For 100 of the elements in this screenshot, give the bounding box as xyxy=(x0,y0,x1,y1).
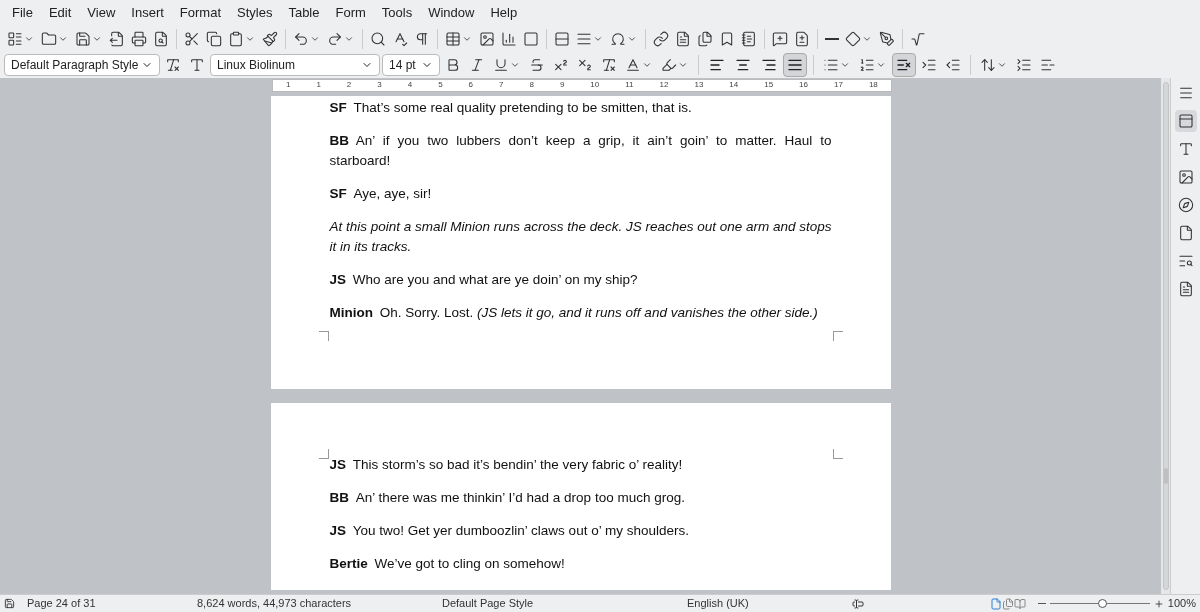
margin-corner-mark xyxy=(832,331,843,341)
bold-icon xyxy=(445,57,461,73)
bullet-list-icon xyxy=(823,57,839,73)
scrollbar-thumb[interactable] xyxy=(1163,468,1168,484)
bookmark-icon xyxy=(719,30,735,47)
ruler[interactable]: 1 1 2 3 4 5 6 7 8 9 10 11 12 13 14 15 16 17 18 xyxy=(272,78,892,92)
margin-corner-mark xyxy=(318,331,329,341)
undo-icon xyxy=(293,30,309,47)
subscript-icon xyxy=(577,57,593,73)
export-pdf-icon xyxy=(109,30,125,47)
insert-mode-icon xyxy=(852,597,864,610)
hyperlink-icon xyxy=(653,30,669,47)
zoom-level[interactable]: 100% xyxy=(1167,595,1196,612)
menu-item[interactable]: Format xyxy=(171,2,229,23)
dropdown-caret-icon[interactable] xyxy=(642,60,652,70)
dropdown-caret-icon[interactable] xyxy=(510,60,520,70)
print-preview-icon xyxy=(153,30,169,47)
new-document-icon xyxy=(7,30,23,47)
menu-item[interactable]: View xyxy=(79,2,124,23)
single-page-view-icon[interactable] xyxy=(989,597,1002,610)
align-icon xyxy=(709,57,725,73)
clear-formatting-icon xyxy=(601,57,617,73)
menu-item[interactable]: Insert xyxy=(123,2,172,23)
endnote-icon xyxy=(697,30,713,47)
page-style: Default Page Style xyxy=(442,596,535,612)
special-character-icon xyxy=(610,30,626,47)
zoom-in-icon[interactable] xyxy=(1153,598,1164,609)
superscript-icon xyxy=(553,57,569,73)
no-list-button[interactable] xyxy=(892,53,916,77)
dialogue-line: JS This storm’s so bad it’s bendin’ the very fabric o’ reality! xyxy=(329,456,684,474)
strikethrough-icon xyxy=(529,57,545,73)
menu-item[interactable]: Styles xyxy=(229,2,281,23)
dialogue-line: Minion Oh. Sorry. Lost. (JS lets it go, and it runs off and vanishes the other side.) xyxy=(329,304,819,322)
paragraph-style-field[interactable]: Default Paragraph Style xyxy=(4,54,160,76)
formula-icon xyxy=(910,30,926,47)
open-icon xyxy=(41,30,57,47)
spelling-icon xyxy=(392,30,408,47)
dialogue-line: BB An’ there was me thinkin’ I’d had a drop too much grog. xyxy=(329,489,686,507)
italic-icon xyxy=(469,57,485,73)
align-icon xyxy=(761,57,777,73)
line-spacing-icon xyxy=(980,57,996,73)
paste-icon xyxy=(228,30,244,47)
dropdown-caret-icon[interactable] xyxy=(840,60,850,70)
cut-icon xyxy=(184,30,200,47)
stage-direction: At this point a small Minion runs across the deck. JS reaches out one arm and stops it in its tracks. xyxy=(329,218,832,256)
scrollbar[interactable] xyxy=(1162,82,1169,590)
footnote-icon xyxy=(675,30,691,47)
update-style-icon xyxy=(165,57,181,73)
menu-item[interactable]: Edit xyxy=(40,2,80,23)
menu-item[interactable]: Tools xyxy=(373,2,421,23)
save-icon xyxy=(75,30,91,47)
increase-indent-icon xyxy=(921,57,937,73)
align-button[interactable] xyxy=(783,53,807,77)
page-count: Page 24 of 31 xyxy=(27,596,97,612)
shapes-icon xyxy=(845,30,861,47)
dialogue-line: SF That’s some real quality pretending to be smitten, that is. xyxy=(329,99,693,117)
dropdown-caret-icon[interactable] xyxy=(876,60,886,70)
gallery-icon xyxy=(1177,169,1194,185)
dialogue-line: Bertie We’ve got to cling on somehow! xyxy=(329,555,566,573)
dropdown-caret-icon[interactable] xyxy=(997,60,1007,70)
dropdown-caret-icon[interactable] xyxy=(678,60,688,70)
styles-icon xyxy=(1177,141,1194,157)
menu-item[interactable]: Form xyxy=(327,2,374,23)
track-changes-icon xyxy=(794,30,810,47)
insert-chart-icon xyxy=(501,30,517,47)
decrease-spacing-icon xyxy=(1040,57,1056,73)
dialogue-line: SF Aye, aye, sir! xyxy=(329,185,433,203)
save-status-icon xyxy=(4,598,15,609)
multi-page-view-icon[interactable] xyxy=(1001,597,1014,610)
manage-changes-icon xyxy=(1177,281,1194,297)
formatting-marks-icon xyxy=(414,30,430,47)
dialogue-line: JS Who are you and what are ye doin’ on my ship? xyxy=(329,271,639,289)
font-name-field[interactable]: Linux Biolinum xyxy=(210,54,380,76)
menu-item[interactable]: Help xyxy=(482,2,526,23)
comment-icon xyxy=(772,30,788,47)
new-style-icon xyxy=(189,57,205,73)
language: English (UK) xyxy=(687,596,750,612)
paragraph-spacing-icon xyxy=(1016,57,1032,73)
no-list-icon xyxy=(896,57,912,73)
menu-item[interactable]: Table xyxy=(280,2,328,23)
page-icon xyxy=(1177,225,1194,241)
copy-icon xyxy=(206,30,222,47)
margin-corner-mark xyxy=(832,449,843,459)
redo-icon xyxy=(327,30,343,47)
book-view-icon[interactable] xyxy=(1013,597,1026,610)
align-icon xyxy=(735,57,751,73)
clone-formatting-icon xyxy=(262,30,278,47)
font-size-field[interactable]: 14 pt xyxy=(382,54,440,76)
menu-item[interactable]: Window xyxy=(420,2,483,23)
print-icon xyxy=(131,30,147,47)
line-icon xyxy=(825,37,839,40)
search-icon xyxy=(370,30,386,47)
menu-item[interactable]: File xyxy=(4,2,41,23)
style-inspector-icon xyxy=(1177,253,1194,269)
numbered-list-icon xyxy=(859,57,875,73)
word-count: 8,624 words, 44,973 characters xyxy=(197,596,353,612)
zoom-thumb[interactable] xyxy=(1097,599,1107,608)
font-color-icon xyxy=(625,57,641,73)
insert-image-icon xyxy=(479,30,495,47)
dialogue-line: JS You two! Get yer dumboozlin’ claws out o’ my shoulders. xyxy=(329,522,690,540)
